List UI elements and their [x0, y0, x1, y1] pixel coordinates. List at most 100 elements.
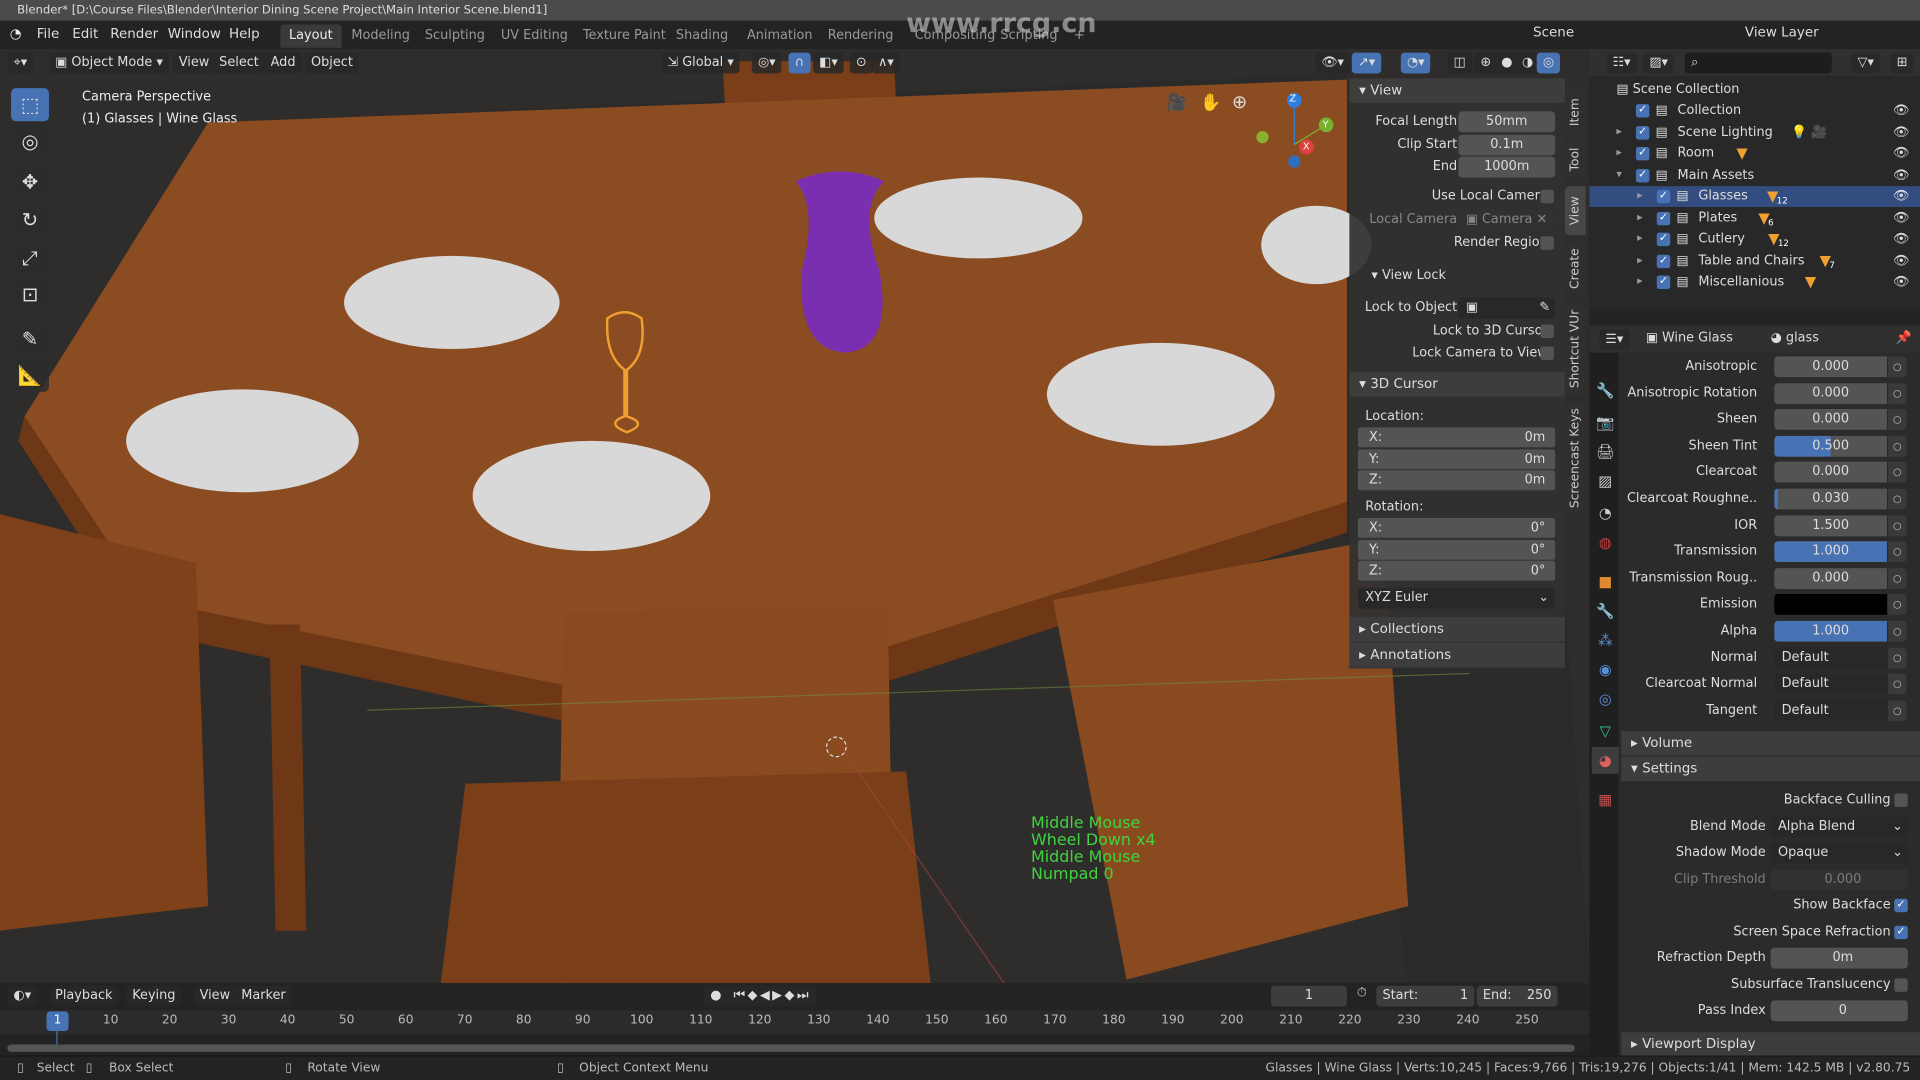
link-socket-button[interactable]: ○: [1888, 356, 1907, 378]
data-icon[interactable]: ▽: [1592, 718, 1619, 745]
filter-icon[interactable]: ▽▾: [1851, 52, 1881, 74]
proportional-edit-icon[interactable]: ⊙: [849, 52, 873, 74]
outliner-item-table-and-chairs[interactable]: ▸ ✓ ▤ Table and Chairs ▼ 7 👁: [1589, 250, 1920, 271]
rotate-tool-icon[interactable]: ↻: [11, 203, 49, 237]
property-field[interactable]: 0.000: [1774, 409, 1887, 431]
menu-help[interactable]: Help: [229, 26, 260, 42]
mode-selector[interactable]: ▣ Object Mode ▾: [48, 52, 170, 74]
scene-icon[interactable]: ◔: [1592, 500, 1619, 527]
property-field[interactable]: 0.500: [1774, 435, 1887, 457]
visibility-icon[interactable]: 👁▾: [1315, 52, 1351, 74]
eye-icon[interactable]: 👁: [1893, 186, 1909, 207]
visibility-checkbox[interactable]: ✓: [1656, 211, 1671, 225]
visibility-checkbox[interactable]: ✓: [1635, 125, 1650, 139]
stopwatch-icon[interactable]: ⏱: [1357, 986, 1367, 1002]
link-socket-button[interactable]: ○: [1888, 594, 1907, 616]
link-socket-button[interactable]: ○: [1888, 462, 1907, 483]
tab-layout[interactable]: Layout: [280, 24, 342, 48]
timeline-scrollbar[interactable]: [7, 1044, 1575, 1052]
viewport-menu-object[interactable]: Object: [304, 52, 360, 74]
transform-tool-icon[interactable]: ⊡: [11, 277, 49, 312]
tab-sculpting[interactable]: Sculpting: [416, 24, 493, 47]
cursor-rot-z-field[interactable]: Z: 0°: [1357, 560, 1556, 582]
record-button[interactable]: ●: [704, 985, 728, 1007]
blender-logo-icon[interactable]: ◔: [10, 26, 22, 42]
cursor-rot-x-field[interactable]: X: 0°: [1357, 517, 1556, 539]
property-link-field[interactable]: Default: [1774, 700, 1907, 721]
outliner-item-cutlery[interactable]: ▸ ✓ ▤ Cutlery ▼ 12 👁: [1589, 229, 1920, 250]
annotations-section-header[interactable]: ▸ Annotations: [1349, 642, 1565, 668]
link-socket-button[interactable]: ○: [1888, 620, 1907, 642]
physics-icon[interactable]: ◉: [1592, 656, 1619, 683]
snap-icon[interactable]: ∩: [788, 52, 811, 74]
link-socket-button[interactable]: ○: [1888, 409, 1907, 431]
link-socket-button[interactable]: ○: [1888, 541, 1907, 563]
scene-selector[interactable]: Scene: [1533, 24, 1574, 40]
viewport-menu-add[interactable]: Add: [264, 52, 302, 74]
material-icon[interactable]: ◕: [1591, 746, 1619, 774]
camera-view-icon[interactable]: 🎥: [1166, 93, 1187, 113]
clip-end-field[interactable]: 1000m: [1458, 156, 1556, 178]
property-field[interactable]: 0.000: [1774, 567, 1887, 589]
expand-arrow-icon[interactable]: ▸: [1616, 122, 1622, 143]
outliner-item-main-assets[interactable]: ▾ ✓ ▤ Main Assets 👁: [1589, 165, 1920, 186]
property-field[interactable]: 1.000: [1774, 620, 1887, 642]
link-socket-button[interactable]: ○: [1888, 515, 1907, 536]
outliner-item-scene-lighting[interactable]: ▸ ✓ ▤ Scene Lighting 💡 🎥 👁: [1589, 122, 1920, 143]
eye-icon[interactable]: 👁: [1893, 250, 1909, 271]
sidebar-tab-tool[interactable]: Tool: [1564, 139, 1586, 179]
local-camera-field[interactable]: ▣ Camera ✕: [1458, 209, 1556, 231]
outliner-search-input[interactable]: ⌕: [1684, 52, 1832, 74]
timeline-editor-type-icon[interactable]: ◐▾: [7, 985, 38, 1007]
pin-icon[interactable]: 📌: [1896, 329, 1912, 346]
menu-file[interactable]: File: [37, 26, 60, 42]
object-breadcrumb[interactable]: ▣ Wine Glass: [1646, 331, 1733, 346]
ssr-checkbox[interactable]: ✓: [1894, 925, 1908, 940]
output-icon[interactable]: 🖨: [1592, 438, 1619, 465]
eye-icon[interactable]: 👁: [1893, 165, 1909, 186]
collections-section-header[interactable]: ▸ Collections: [1349, 617, 1565, 642]
editor-type-button[interactable]: ⌖▾: [7, 52, 34, 74]
frame-ruler[interactable]: 10 20 30 40 50 60 70 80 90 100 110 120 130 140 150 160 1…: [0, 1010, 1590, 1035]
clip-threshold-field[interactable]: 0.000: [1770, 869, 1908, 891]
sidebar-tab-item[interactable]: Item: [1564, 88, 1586, 138]
lock-to-object-field[interactable]: ▣ ✎: [1458, 297, 1556, 319]
visibility-checkbox[interactable]: ✓: [1635, 168, 1650, 182]
property-link-field[interactable]: Default: [1774, 647, 1907, 669]
sidebar-tab-view[interactable]: View: [1564, 186, 1586, 236]
start-frame-field[interactable]: Start: 1: [1376, 985, 1475, 1007]
viewport-menu-view[interactable]: View: [172, 52, 216, 74]
use-local-camera-checkbox[interactable]: [1540, 189, 1554, 204]
cursor-loc-y-field[interactable]: Y: 0m: [1357, 448, 1556, 470]
clip-start-field[interactable]: 0.1m: [1458, 134, 1556, 156]
menu-window[interactable]: Window: [168, 26, 221, 42]
eye-icon[interactable]: 👁: [1893, 122, 1909, 143]
outliner-item-collection[interactable]: ✓ ▤ Collection 👁: [1589, 100, 1920, 121]
gizmo-z-label[interactable]: Z: [1289, 93, 1296, 104]
viewport-menu-select[interactable]: Select: [213, 52, 265, 74]
property-field[interactable]: 1.500: [1774, 515, 1887, 536]
settings-section-header[interactable]: ▾ Settings: [1621, 756, 1920, 782]
visibility-checkbox[interactable]: ✓: [1635, 146, 1650, 161]
expand-arrow-icon[interactable]: ▸: [1637, 229, 1643, 250]
lock-camera-checkbox[interactable]: [1540, 346, 1554, 361]
tab-texture-paint[interactable]: Texture Paint: [574, 24, 674, 47]
visibility-checkbox[interactable]: ✓: [1656, 254, 1671, 268]
eyedropper-icon[interactable]: ✎: [1539, 298, 1555, 319]
focal-length-field[interactable]: 50mm: [1458, 111, 1556, 133]
refraction-depth-field[interactable]: 0m: [1770, 947, 1908, 969]
shading-rendered-icon[interactable]: ◎: [1536, 52, 1561, 74]
end-frame-field[interactable]: End: 250: [1476, 985, 1558, 1007]
timeline-menu-playback[interactable]: Playback: [48, 985, 119, 1007]
sidebar-tab-shortcut-vur[interactable]: Shortcut VUr: [1564, 301, 1586, 397]
subsurface-checkbox[interactable]: [1894, 978, 1908, 992]
lock-to-cursor-checkbox[interactable]: [1540, 324, 1554, 338]
snap-target-icon[interactable]: ◧▾: [813, 52, 844, 74]
pivot-icon[interactable]: ◎▾: [751, 52, 782, 74]
tab-animation[interactable]: Animation: [738, 24, 821, 47]
eye-icon[interactable]: 👁: [1893, 143, 1909, 164]
overlay-toggle-icon[interactable]: ◔▾: [1400, 52, 1431, 74]
3d-cursor-section-header[interactable]: ▾ 3D Cursor: [1349, 372, 1565, 397]
eye-icon[interactable]: 👁: [1893, 272, 1909, 293]
falloff-icon[interactable]: ∧▾: [871, 52, 900, 74]
